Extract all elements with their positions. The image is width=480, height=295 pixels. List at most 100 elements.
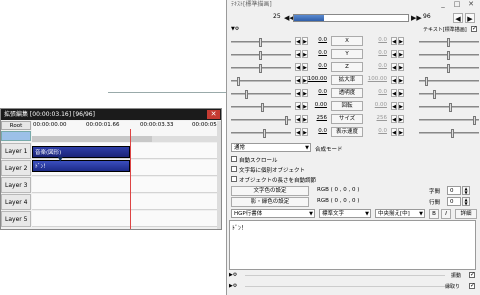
italic-button[interactable]: I: [441, 209, 451, 219]
frame-down-icon[interactable]: ◀: [453, 13, 463, 23]
filter-expand-icon[interactable]: ▶⚙: [229, 283, 237, 289]
param-slider-end[interactable]: [419, 103, 479, 112]
param-decrease-icon[interactable]: ◀: [391, 63, 397, 71]
param-increase-icon[interactable]: ▶: [398, 115, 404, 123]
horizontal-scrollbar[interactable]: [32, 136, 217, 142]
text-color-button[interactable]: 文字色の設定: [231, 186, 309, 196]
param-slider-start[interactable]: [231, 103, 291, 112]
param-start-value[interactable]: 0.0: [307, 89, 327, 95]
slider-knob[interactable]: [447, 64, 450, 73]
param-start-value[interactable]: 0.0: [307, 37, 327, 43]
param-end-value[interactable]: 0.0: [367, 63, 387, 69]
param-slider-end[interactable]: [419, 129, 479, 138]
maximize-icon[interactable]: □: [453, 0, 461, 9]
param-start-value[interactable]: 0.0: [307, 50, 327, 56]
collapse-icon[interactable]: ▼⚙: [231, 26, 239, 32]
param-slider-end[interactable]: [419, 90, 479, 99]
audio-clip[interactable]: 音楽(図形): [32, 146, 130, 158]
slider-knob[interactable]: [237, 77, 240, 86]
close-button[interactable]: ✕: [207, 110, 220, 119]
zoom-bar[interactable]: [1, 131, 31, 141]
vertical-scrollbar[interactable]: [217, 121, 221, 229]
param-slider-start[interactable]: [231, 77, 291, 86]
slider-knob[interactable]: [447, 51, 450, 60]
param-decrease-icon[interactable]: ◀: [391, 37, 397, 45]
param-decrease-icon[interactable]: ◀: [295, 128, 301, 136]
line-spacing-input[interactable]: 0: [447, 197, 461, 206]
param-slider-end[interactable]: [419, 51, 479, 60]
minimize-icon[interactable]: _: [439, 0, 447, 9]
param-button[interactable]: 回転: [331, 101, 363, 111]
param-decrease-icon[interactable]: ◀: [295, 37, 301, 45]
next-frame-icon[interactable]: ▶▶: [411, 13, 422, 23]
param-button[interactable]: Y: [331, 49, 363, 59]
layer-label-2[interactable]: Layer 2: [1, 160, 31, 176]
slider-knob[interactable]: [259, 51, 262, 60]
param-end-value[interactable]: 0.00: [367, 102, 387, 108]
param-increase-icon[interactable]: ▶: [398, 50, 404, 58]
param-start-value[interactable]: 100.00: [307, 76, 327, 82]
line-spacing-spinner[interactable]: ▲ ▼: [462, 197, 470, 206]
param-decrease-icon[interactable]: ◀: [391, 102, 397, 110]
param-decrease-icon[interactable]: ◀: [391, 128, 397, 136]
param-end-value[interactable]: 0.0: [367, 50, 387, 56]
param-decrease-icon[interactable]: ◀: [295, 50, 301, 58]
param-button[interactable]: 透明度: [331, 88, 363, 98]
param-increase-icon[interactable]: ▶: [398, 37, 404, 45]
param-end-value[interactable]: 100.00: [367, 76, 387, 82]
text-style-select[interactable]: 標準文字 ▼: [319, 209, 371, 218]
layer-track[interactable]: [32, 194, 217, 210]
frame-slider[interactable]: [293, 14, 409, 22]
param-slider-start[interactable]: [231, 116, 291, 125]
bold-button[interactable]: B: [429, 209, 439, 219]
param-slider-start[interactable]: [231, 38, 291, 47]
param-start-value[interactable]: 0.0: [307, 63, 327, 69]
param-decrease-icon[interactable]: ◀: [295, 63, 301, 71]
param-increase-icon[interactable]: ▶: [398, 102, 404, 110]
param-decrease-icon[interactable]: ◀: [391, 76, 397, 84]
param-slider-end[interactable]: [419, 77, 479, 86]
layer-label-4[interactable]: Layer 4: [1, 194, 31, 210]
param-decrease-icon[interactable]: ◀: [295, 115, 301, 123]
slider-knob[interactable]: [425, 77, 428, 86]
slider-knob[interactable]: [259, 38, 262, 47]
frame-up-icon[interactable]: ▶: [465, 13, 475, 23]
detail-button[interactable]: 詳細: [455, 209, 477, 219]
param-start-value[interactable]: 0.0: [307, 128, 327, 134]
close-icon[interactable]: ✕: [467, 0, 475, 9]
param-decrease-icon[interactable]: ◀: [295, 89, 301, 97]
param-slider-start[interactable]: [231, 64, 291, 73]
param-end-value[interactable]: 256: [367, 115, 388, 121]
param-button[interactable]: サイズ: [331, 114, 363, 124]
layer-label-5[interactable]: Layer 5: [1, 211, 31, 227]
auto-scroll-checkbox[interactable]: [231, 156, 237, 162]
object-enabled-checkbox[interactable]: [471, 25, 477, 32]
slider-knob[interactable]: [449, 103, 452, 112]
param-button[interactable]: X: [331, 36, 363, 46]
param-button[interactable]: 表示速度: [331, 127, 363, 137]
param-slider-start[interactable]: [231, 51, 291, 60]
slider-knob[interactable]: [451, 129, 454, 138]
param-decrease-icon[interactable]: ◀: [295, 76, 301, 84]
current-frame-line[interactable]: [130, 129, 131, 229]
filter-checkbox[interactable]: [469, 282, 475, 289]
slider-knob[interactable]: [261, 103, 264, 112]
slider-knob[interactable]: [473, 116, 476, 125]
param-decrease-icon[interactable]: ◀: [391, 50, 397, 58]
param-slider-end[interactable]: [419, 38, 479, 47]
slider-knob[interactable]: [245, 90, 248, 99]
char-spacing-input[interactable]: 0: [447, 186, 461, 195]
param-end-value[interactable]: 0.0: [367, 128, 387, 134]
font-select[interactable]: HGP行書体 ▼: [231, 209, 315, 218]
param-start-value[interactable]: 256: [307, 115, 328, 121]
param-end-value[interactable]: 0.0: [367, 37, 387, 43]
param-increase-icon[interactable]: ▶: [398, 63, 404, 71]
filter-expand-icon[interactable]: ▶⚙: [229, 272, 237, 278]
param-decrease-icon[interactable]: ◀: [391, 115, 397, 123]
param-end-value[interactable]: 0.0: [367, 89, 387, 95]
slider-knob[interactable]: [433, 90, 436, 99]
align-select[interactable]: 中央揃え[中] ▼: [375, 209, 425, 218]
shadow-color-button[interactable]: 影・縁色の設定: [231, 197, 309, 207]
slider-knob[interactable]: [285, 116, 288, 125]
root-button[interactable]: Root: [1, 121, 31, 130]
